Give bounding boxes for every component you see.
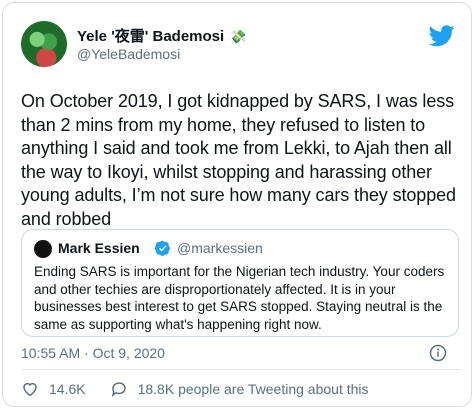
quoted-tweet-text: Ending SARS is important for the Nigeria… [34, 264, 445, 332]
heart-icon[interactable] [21, 380, 39, 398]
comment-icon[interactable] [110, 380, 128, 398]
quoted-author-handle: @markessien [177, 240, 263, 256]
money-emoji: 💸 [230, 29, 247, 44]
author-handle[interactable]: @YeleBademosi [77, 46, 180, 62]
info-icon[interactable] [429, 344, 447, 362]
action-bar: 14.6K 18.8K people are Tweeting about th… [21, 379, 369, 399]
quoted-author-avatar [34, 240, 52, 258]
divider [21, 369, 461, 370]
tweet-timestamp[interactable]: 10:55 AM · Oct 9, 2020 [21, 345, 165, 361]
like-count[interactable]: 14.6K [49, 381, 86, 397]
author-display-name[interactable]: Yele '夜雷' Bademosi 💸 [77, 25, 247, 46]
author-avatar[interactable] [21, 21, 67, 67]
quoted-author-name: Mark Essien [58, 240, 140, 256]
tweeting-about-link[interactable]: 18.8K people are Tweeting about this [138, 381, 369, 397]
verified-badge-icon [155, 240, 170, 256]
quoted-tweet[interactable]: Mark Essien @markessien Ending SARS is i… [21, 229, 459, 337]
twitter-logo-icon[interactable] [429, 25, 455, 47]
tweet-card: Yele '夜雷' Bademosi 💸 @YeleBademosi On Oc… [2, 2, 472, 407]
tweet-text: On October 2019, I got kidnapped by SARS… [21, 91, 456, 229]
author-name-text: Yele '夜雷' Bademosi [77, 28, 225, 45]
